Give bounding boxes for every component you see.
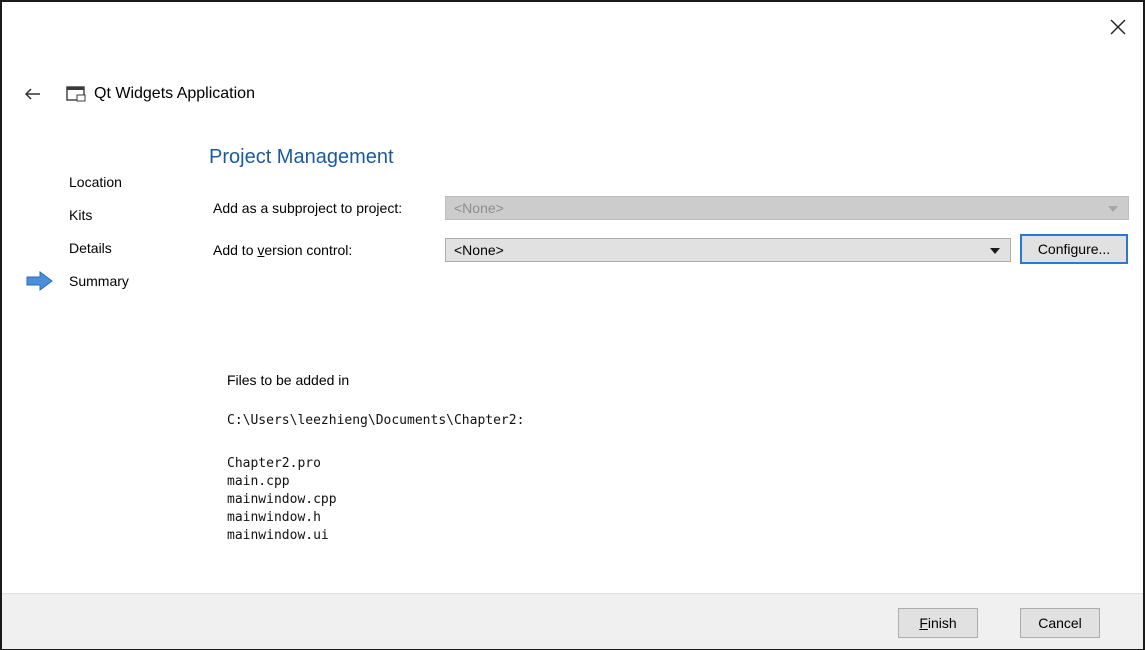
- back-arrow-icon[interactable]: [24, 85, 42, 103]
- close-icon[interactable]: [1107, 16, 1129, 38]
- list-item: main.cpp: [227, 474, 290, 489]
- files-intro: Files to be added in: [227, 372, 350, 388]
- list-item: mainwindow.h: [227, 510, 321, 525]
- chevron-down-icon: [990, 248, 1000, 254]
- nav-item-location[interactable]: Location: [24, 172, 129, 205]
- configure-button[interactable]: Configure...: [1020, 234, 1128, 264]
- current-step-arrow-icon: [26, 271, 53, 291]
- nav-item-label: Summary: [69, 273, 129, 289]
- nav-item-label: Location: [69, 174, 122, 190]
- vcs-select-value: <None>: [454, 242, 504, 258]
- list-item: mainwindow.ui: [227, 528, 329, 543]
- wizard-title: Qt Widgets Application: [94, 85, 255, 102]
- vcs-label: Add to version control:: [213, 242, 353, 258]
- application-window-icon: [66, 86, 86, 102]
- vcs-select[interactable]: <None>: [445, 238, 1011, 262]
- subproject-label: Add as a subproject to project:: [213, 200, 403, 216]
- wizard-header: Qt Widgets Application: [24, 82, 255, 106]
- nav-item-details[interactable]: Details: [24, 238, 129, 271]
- vcs-row: Add to version control: <None>: [213, 236, 1011, 264]
- wizard-steps-nav: Location Kits Details Summary: [24, 172, 129, 304]
- cancel-button[interactable]: Cancel: [1020, 608, 1100, 638]
- nav-item-label: Details: [69, 240, 112, 256]
- subproject-select: <None>: [445, 196, 1129, 220]
- nav-item-kits[interactable]: Kits: [24, 205, 129, 238]
- finish-button[interactable]: Finish: [898, 608, 978, 638]
- subproject-row: Add as a subproject to project: <None>: [213, 194, 1129, 222]
- wizard-window: Qt Widgets Application Location Kits Det…: [0, 0, 1145, 650]
- list-item: mainwindow.cpp: [227, 492, 337, 507]
- nav-item-summary[interactable]: Summary: [24, 271, 129, 304]
- list-item: Chapter2.pro: [227, 456, 321, 471]
- nav-item-label: Kits: [69, 207, 93, 223]
- wizard-footer: Finish Cancel: [2, 593, 1143, 649]
- subproject-select-value: <None>: [454, 200, 504, 216]
- files-path: C:\Users\leezhieng\Documents\Chapter2:: [227, 413, 525, 428]
- files-list: Chapter2.pro main.cpp mainwindow.cpp mai…: [227, 455, 337, 545]
- chevron-down-icon: [1108, 206, 1118, 212]
- page-title: Project Management: [209, 146, 394, 168]
